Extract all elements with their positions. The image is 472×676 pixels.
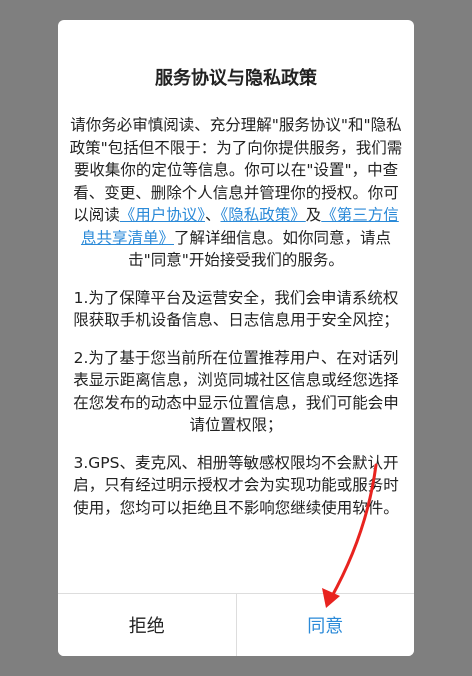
separator-text: 、 bbox=[204, 206, 221, 224]
privacy-dialog: 服务协议与隐私政策 请你务必审慎阅读、充分理解"服务协议"和"隐私政策"包括但不… bbox=[58, 20, 414, 656]
user-agreement-link[interactable]: 《用户协议》 bbox=[120, 206, 205, 224]
dialog-buttons: 拒绝 同意 bbox=[58, 593, 414, 656]
permission-item-1: 1.为了保障平台及运营安全，我们会申请系统权限获取手机设备信息、日志信息用于安全… bbox=[73, 288, 399, 330]
agree-button[interactable]: 同意 bbox=[236, 594, 414, 656]
dialog-title: 服务协议与隐私政策 bbox=[155, 68, 317, 89]
privacy-policy-link[interactable]: 《隐私政策》 bbox=[221, 206, 306, 224]
intro-paragraph: 请你务必审慎阅读、充分理解"服务协议"和"隐私政策"包括但不限于：为了向你提供服… bbox=[68, 114, 404, 272]
permission-item-2: 2.为了基于您当前所在位置推荐用户、在对话列表显示距离信息，浏览同城社区信息或经… bbox=[73, 348, 399, 435]
reject-button[interactable]: 拒绝 bbox=[58, 594, 237, 656]
permission-item-3: 3.GPS、麦克风、相册等敏感权限均不会默认开启，只有经过明示授权才会为实现功能… bbox=[73, 453, 399, 517]
and-text: 及 bbox=[305, 206, 322, 224]
dialog-content[interactable]: 请你务必审慎阅读、充分理解"服务协议"和"隐私政策"包括但不限于：为了向你提供服… bbox=[68, 114, 404, 534]
